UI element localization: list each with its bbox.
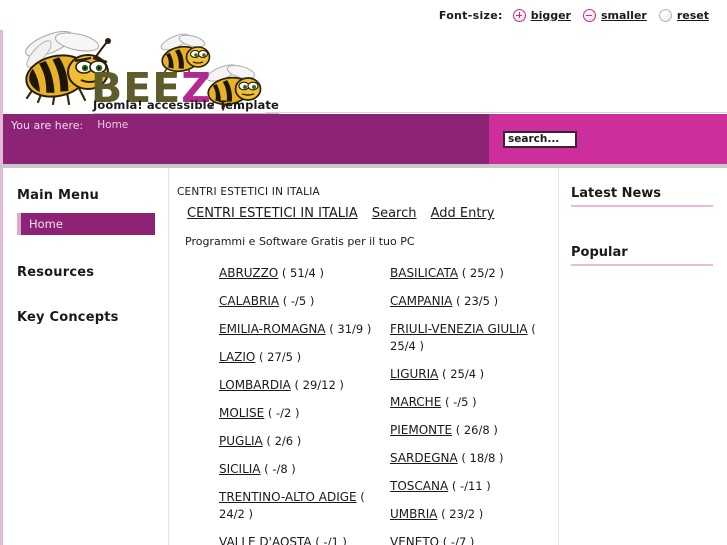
module-title-latest-news: Latest News [571,186,713,207]
sidebar-module-title-key-concepts[interactable]: Key Concepts [17,310,168,325]
content-column: CENTRI ESTETICI IN ITALIA CENTRI ESTETIC… [168,168,558,545]
sidebar-module-title-main-menu: Main Menu [17,188,100,203]
region-row: VALLE D'AOSTA ( -/1 ) [219,533,390,545]
region-link[interactable]: MARCHE [390,395,441,409]
region-row: MARCHE ( -/5 ) [390,393,558,410]
region-link[interactable]: VENETO [390,535,439,545]
region-link[interactable]: PUGLIA [219,434,263,448]
region-link[interactable]: MOLISE [219,406,264,420]
breadcrumb-item-home[interactable]: Home [97,119,128,131]
main-body: Main Menu Home Resources Key Concepts CE… [0,168,727,545]
region-link[interactable]: CALABRIA [219,294,279,308]
font-size-bigger-link[interactable]: bigger [531,9,571,22]
content-nav-links: CENTRI ESTETICI IN ITALIA Search Add Ent… [177,202,558,221]
region-row: CALABRIA ( -/5 ) [219,292,390,309]
region-count: ( -/2 ) [264,406,300,420]
sidebar-module-title-resources[interactable]: Resources [17,265,168,280]
region-row: TOSCANA ( -/11 ) [390,477,558,494]
region-count: ( -/11 ) [448,479,491,493]
sidebar-item-home[interactable]: Home [17,213,155,235]
regions-column-left: ABRUZZO ( 51/4 ) CALABRIA ( -/5 ) EMILIA-R… [219,264,390,545]
region-link[interactable]: BASILICATA [390,266,458,280]
region-row: TRENTINO-ALTO ADIGE ( 24/2 ) [219,488,390,522]
region-count: ( 23/2 ) [437,507,484,521]
content-subtitle: Programmi e Software Gratis per il tuo P… [185,235,415,248]
content-link-add-entry[interactable]: Add Entry [431,206,495,221]
region-count: ( 31/9 ) [325,322,372,336]
region-count: ( 23/5 ) [452,294,499,308]
logo-banner[interactable]: BEEZ Joomla! accessible Template [3,30,727,114]
region-row: MOLISE ( -/2 ) [219,404,390,421]
region-link[interactable]: UMBRIA [390,507,437,521]
font-size-bigger-group[interactable]: bigger [512,8,571,22]
plus-circle-icon[interactable] [512,8,526,22]
region-row: CAMPANIA ( 23/5 ) [390,292,558,309]
header-divider [265,112,727,113]
search-input[interactable] [503,130,577,148]
blank-circle-icon[interactable] [658,8,672,22]
region-count: ( 2/6 ) [262,434,302,448]
region-count: ( -/7 ) [439,535,475,545]
region-row: PUGLIA ( 2/6 ) [219,432,390,449]
region-row: LAZIO ( 27/5 ) [219,348,390,365]
region-row: BASILICATA ( 25/2 ) [390,264,558,281]
region-row: PIEMONTE ( 26/8 ) [390,421,558,438]
region-link[interactable]: LIGURIA [390,367,438,381]
region-row: LIGURIA ( 25/4 ) [390,365,558,382]
font-size-smaller-group[interactable]: smaller [582,8,647,22]
region-link[interactable]: FRIULI-VENEZIA GIULIA [390,322,528,336]
region-count: ( 27/5 ) [255,350,302,364]
region-count: ( 25/2 ) [458,266,504,280]
region-row: EMILIA-ROMAGNA ( 31/9 ) [219,320,390,337]
regions-column-right: BASILICATA ( 25/2 ) CAMPANIA ( 23/5 ) FRIU… [390,264,558,545]
module-title-popular: Popular [571,245,713,266]
breadcrumb: You are here: Home [3,114,489,164]
region-link[interactable]: VALLE D'AOSTA [219,535,312,545]
region-link[interactable]: LOMBARDIA [219,378,291,392]
regions-list: ABRUZZO ( 51/4 ) CALABRIA ( -/5 ) EMILIA-R… [177,264,558,545]
region-count: ( -/1 ) [311,535,347,545]
region-link[interactable]: ABRUZZO [219,266,278,280]
region-row: VENETO ( -/7 ) [390,533,558,545]
region-link[interactable]: CAMPANIA [390,294,452,308]
region-link[interactable]: TRENTINO-ALTO ADIGE [219,490,357,504]
region-count: ( 51/4 ) [278,266,325,280]
region-link[interactable]: SARDEGNA [390,451,458,465]
region-count: ( 26/8 ) [452,423,498,437]
region-link[interactable]: LAZIO [219,350,255,364]
region-row: FRIULI-VENEZIA GIULIA ( 25/4 ) [390,320,558,354]
region-link[interactable]: PIEMONTE [390,423,452,437]
region-count: ( 18/8 ) [457,451,504,465]
region-row: UMBRIA ( 23/2 ) [390,505,558,522]
font-size-smaller-link[interactable]: smaller [601,9,647,22]
region-count: ( -/8 ) [260,462,296,476]
content-link-directory[interactable]: CENTRI ESTETICI IN ITALIA [187,206,358,221]
region-row: SICILIA ( -/8 ) [219,460,390,477]
region-link[interactable]: EMILIA-ROMAGNA [219,322,326,336]
right-sidebar: Latest News Popular [558,168,727,545]
content-heading: CENTRI ESTETICI IN ITALIA [177,186,320,198]
region-count: ( 25/4 ) [438,367,485,381]
page-root: Font-size: bigger smaller reset BEEZ Joo… [0,0,727,545]
region-count: ( 29/12 ) [290,378,344,392]
font-size-reset-group[interactable]: reset [658,8,709,22]
region-row: LOMBARDIA ( 29/12 ) [219,376,390,393]
font-size-reset-link[interactable]: reset [677,9,709,22]
region-row: SARDEGNA ( 18/8 ) [390,449,558,466]
site-header: BEEZ Joomla! accessible Template [0,30,727,114]
region-link[interactable]: SICILIA [219,462,261,476]
region-row: ABRUZZO ( 51/4 ) [219,264,390,281]
font-size-toolbar: Font-size: bigger smaller reset [0,0,727,30]
minus-circle-icon[interactable] [582,8,596,22]
font-size-label: Font-size: [438,8,503,22]
search-area [489,114,727,164]
content-link-search[interactable]: Search [372,206,417,221]
site-tagline: Joomla! accessible Template [93,98,279,114]
left-sidebar: Main Menu Home Resources Key Concepts [3,168,168,545]
region-count: ( -/5 ) [279,294,315,308]
region-count: ( -/5 ) [441,395,477,409]
breadcrumb-search-strip: You are here: Home [0,114,727,164]
region-link[interactable]: TOSCANA [390,479,448,493]
breadcrumb-label: You are here: [11,119,84,132]
